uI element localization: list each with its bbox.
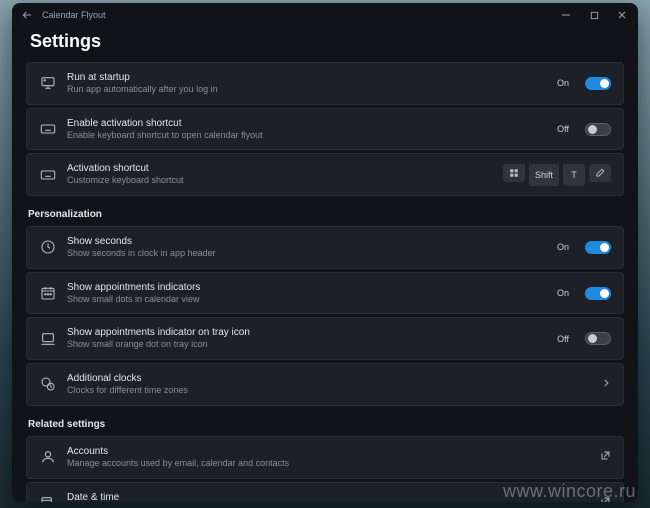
toggle-state-label: On [557,78,569,88]
setting-subtitle: Manage accounts used by email, calendar … [67,458,590,470]
back-button[interactable] [20,8,34,22]
startup-icon [39,74,57,92]
setting-title: Show appointments indicators [67,281,547,294]
setting-subtitle: Customize keyboard shortcut [67,175,493,187]
clock-icon [39,238,57,256]
minimize-button[interactable] [552,3,580,27]
key-shift[interactable]: Shift [529,164,559,186]
open-external-icon [600,448,611,466]
setting-subtitle: Run app automatically after you log in [67,84,547,96]
keyboard-icon [39,166,57,184]
setting-title: Show seconds [67,235,547,248]
setting-subtitle: Clocks for different time zones [67,385,591,397]
setting-title: Show appointments indicator on tray icon [67,326,547,339]
titlebar: Calendar Flyout [12,3,638,27]
setting-title: Enable activation shortcut [67,117,547,130]
setting-title: Date & time [67,491,590,503]
section-header-related: Related settings [26,409,624,436]
key-win[interactable] [503,164,525,182]
tray-icon [39,330,57,348]
setting-title: Additional clocks [67,372,591,385]
setting-title: Accounts [67,445,590,458]
setting-subtitle: Show small dots in calendar view [67,294,547,306]
related-accounts[interactable]: Accounts Manage accounts used by email, … [26,436,624,479]
setting-title: Activation shortcut [67,162,493,175]
calendar-icon [39,284,57,302]
toggle-state-label: Off [557,334,569,344]
setting-run-at-startup[interactable]: Run at startup Run app automatically aft… [26,62,624,105]
setting-enable-activation-shortcut[interactable]: Enable activation shortcut Enable keyboa… [26,108,624,151]
toggle-state-label: On [557,288,569,298]
setting-additional-clocks[interactable]: Additional clocks Clocks for different t… [26,363,624,406]
setting-show-seconds[interactable]: Show seconds Show seconds in clock in ap… [26,226,624,269]
setting-tray-indicator[interactable]: Show appointments indicator on tray icon… [26,317,624,360]
globe-clock-icon [39,375,57,393]
related-date-time[interactable]: Date & time Time zones, aoutmatic clock … [26,482,624,503]
shortcut-keys: Shift T [503,164,611,186]
accounts-icon [39,448,57,466]
page-title: Settings [12,27,638,62]
section-header-personalization: Personalization [26,199,624,226]
app-title: Calendar Flyout [42,10,106,20]
close-button[interactable] [608,3,636,27]
chevron-right-icon [601,375,611,393]
setting-activation-shortcut[interactable]: Activation shortcut Customize keyboard s… [26,153,624,196]
toggle-state-label: Off [557,124,569,134]
maximize-button[interactable] [580,3,608,27]
settings-scroll[interactable]: Run at startup Run app automatically aft… [12,62,638,502]
app-window: Calendar Flyout Settings Run at startup … [12,3,638,502]
toggle-state-label: On [557,242,569,252]
setting-subtitle: Show seconds in clock in app header [67,248,547,260]
setting-subtitle: Enable keyboard shortcut to open calenda… [67,130,547,142]
edit-shortcut-button[interactable] [589,164,611,182]
toggle-switch[interactable] [585,287,611,300]
open-external-icon [600,494,611,502]
setting-title: Run at startup [67,71,547,84]
setting-appointments-indicators[interactable]: Show appointments indicators Show small … [26,272,624,315]
keyboard-icon [39,120,57,138]
toggle-switch[interactable] [585,332,611,345]
toggle-switch[interactable] [585,123,611,136]
toggle-switch[interactable] [585,77,611,90]
date-time-icon [39,494,57,502]
setting-subtitle: Show small orange dot on tray icon [67,339,547,351]
toggle-switch[interactable] [585,241,611,254]
key-letter[interactable]: T [563,164,585,186]
